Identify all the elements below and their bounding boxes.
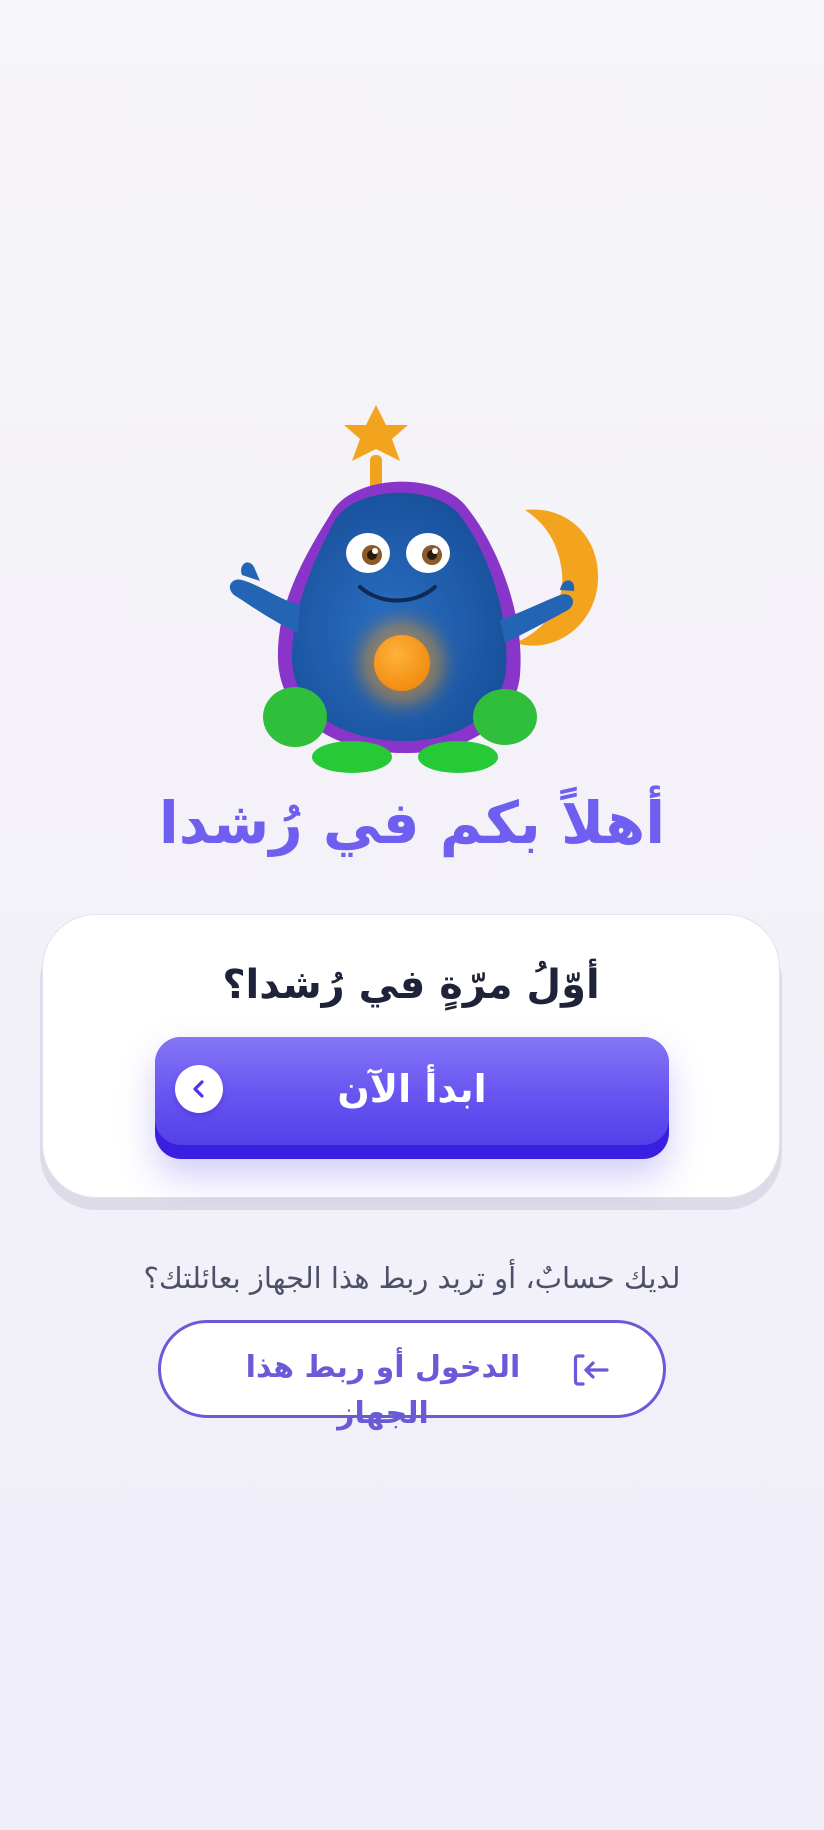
chevron-left-icon xyxy=(175,1065,223,1113)
start-now-button[interactable]: ابدأ الآن xyxy=(155,1037,669,1145)
welcome-title: أهلاً بكم في رُشدا xyxy=(158,789,666,857)
first-time-question: أوّلُ مرّةٍ في رُشدا؟ xyxy=(222,962,600,1008)
first-time-card: أوّلُ مرّةٍ في رُشدا؟ ابدأ الآن xyxy=(42,914,780,1198)
login-or-link-device-button[interactable]: الدخول أو ربط هذا الجهاز xyxy=(158,1320,666,1431)
login-button-label: الدخول أو ربط هذا الجهاز xyxy=(245,1350,521,1431)
start-button-label: ابدأ الآن xyxy=(337,1067,487,1111)
login-arrow-icon xyxy=(573,1354,609,1386)
account-prompt: لديك حسابٌ، أو تريد ربط هذا الجهاز بعائل… xyxy=(143,1261,681,1295)
star-icon xyxy=(344,405,408,461)
mascot-illustration xyxy=(229,405,599,773)
